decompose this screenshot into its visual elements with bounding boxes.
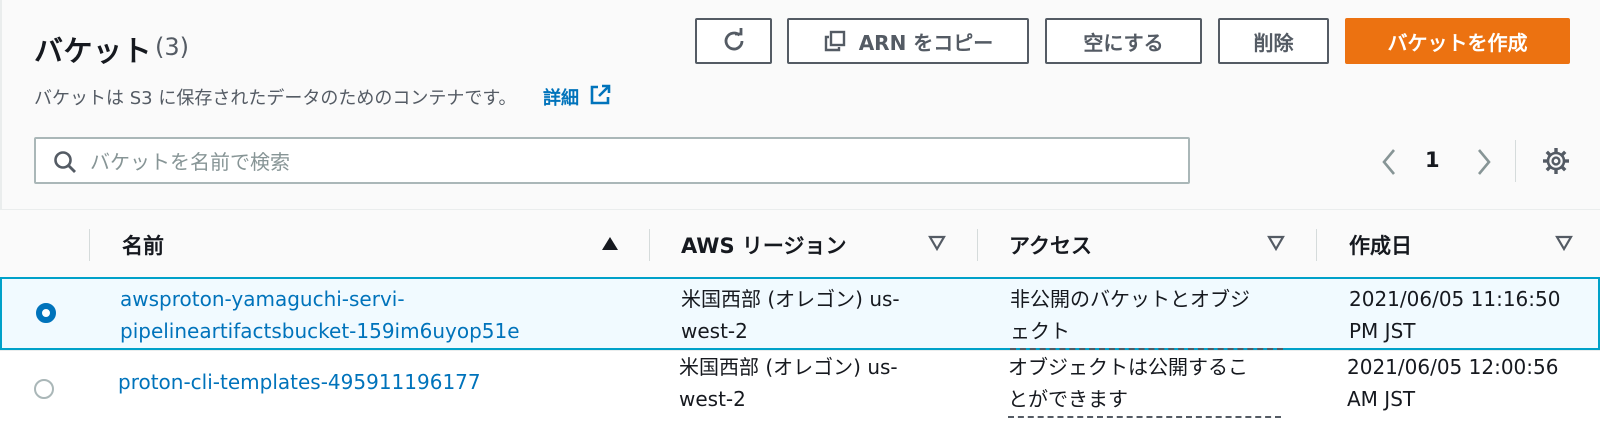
- chevron-right-icon[interactable]: [1472, 147, 1496, 177]
- refresh-icon: [724, 28, 743, 51]
- region-cell: 米国西部 (オレゴン) us- west-2: [681, 283, 900, 347]
- row-select-radio[interactable]: [34, 379, 54, 399]
- created-date: 2021/06/05 11:16:50: [1349, 287, 1561, 311]
- access-text-continued[interactable]: ェクト: [1010, 315, 1283, 350]
- bucket-name-cell: proton-cli-templates-495911196177: [118, 366, 481, 398]
- region-text-continued: west-2: [681, 319, 748, 343]
- region-text: 米国西部 (オレゴン) us-: [679, 355, 898, 379]
- table-row[interactable]: awsproton-yamaguchi-servi- pipelineartif…: [0, 277, 1600, 350]
- pagination-divider: [1515, 140, 1516, 182]
- create-bucket-button[interactable]: バケットを作成: [1345, 18, 1570, 64]
- current-page-number[interactable]: 1: [1425, 148, 1440, 172]
- created-time-suffix: PM JST: [1349, 319, 1416, 343]
- created-cell: 2021/06/05 11:16:50 PM JST: [1349, 283, 1560, 347]
- bucket-name-link-continued[interactable]: pipelineartifactsbucket-159im6uyop51e: [120, 315, 520, 347]
- learn-more-link[interactable]: 詳細: [543, 84, 579, 110]
- row-select-radio[interactable]: [36, 303, 56, 323]
- gear-icon[interactable]: [1541, 146, 1571, 176]
- external-link-icon[interactable]: [588, 83, 612, 107]
- created-cell: 2021/06/05 12:00:56 AM JST: [1347, 351, 1558, 415]
- delete-button[interactable]: 削除: [1218, 18, 1329, 64]
- table-header: 名前 AWS リージョン アクセス 作成日: [0, 209, 1600, 279]
- page-title: バケット: [34, 34, 153, 68]
- access-cell: 非公開のバケットとオブジ ェクト: [1010, 283, 1283, 350]
- region-cell: 米国西部 (オレゴン) us- west-2: [679, 351, 898, 415]
- column-header-region[interactable]: AWS リージョン: [681, 230, 847, 260]
- sort-ascending-icon[interactable]: [601, 234, 619, 252]
- column-separator: [977, 229, 978, 261]
- column-header-created[interactable]: 作成日: [1349, 230, 1412, 260]
- table-row[interactable]: proton-cli-templates-495911196177 米国西部 (…: [0, 350, 1600, 430]
- created-date: 2021/06/05 12:00:56: [1347, 355, 1559, 379]
- column-header-name[interactable]: 名前: [122, 230, 164, 260]
- search-icon: [54, 151, 76, 173]
- sort-descending-icon[interactable]: [1555, 234, 1573, 252]
- bucket-name-link[interactable]: proton-cli-templates-495911196177: [118, 366, 481, 398]
- search-field[interactable]: [34, 137, 1190, 184]
- access-text: オブジェクトは公開するこ: [1008, 355, 1248, 379]
- bucket-name-cell: awsproton-yamaguchi-servi- pipelineartif…: [120, 283, 520, 347]
- region-text: 米国西部 (オレゴン) us-: [681, 287, 900, 311]
- copy-arn-label: ARN をコピー: [858, 30, 994, 55]
- access-cell: オブジェクトは公開するこ とができます: [1008, 351, 1281, 418]
- copy-icon: [823, 29, 847, 53]
- created-time-suffix: AM JST: [1347, 387, 1416, 411]
- search-input[interactable]: [88, 145, 1182, 178]
- bucket-name-link[interactable]: awsproton-yamaguchi-servi-: [120, 283, 520, 315]
- page-description: バケットは S3 に保存されたデータのためのコンテナです。: [34, 88, 517, 109]
- column-separator: [649, 229, 650, 261]
- column-separator: [89, 229, 90, 261]
- refresh-button[interactable]: [695, 18, 772, 64]
- column-separator: [1316, 229, 1317, 261]
- access-text: 非公開のバケットとオブジ: [1010, 287, 1250, 311]
- column-header-access[interactable]: アクセス: [1009, 230, 1092, 260]
- bucket-count: (3): [155, 33, 189, 61]
- copy-arn-button[interactable]: ARN をコピー: [787, 18, 1029, 64]
- sort-descending-icon[interactable]: [928, 234, 946, 252]
- region-text-continued: west-2: [679, 387, 746, 411]
- chevron-left-icon[interactable]: [1377, 147, 1401, 177]
- sort-descending-icon[interactable]: [1267, 234, 1285, 252]
- empty-button[interactable]: 空にする: [1045, 18, 1202, 64]
- access-text-continued[interactable]: とができます: [1008, 383, 1281, 418]
